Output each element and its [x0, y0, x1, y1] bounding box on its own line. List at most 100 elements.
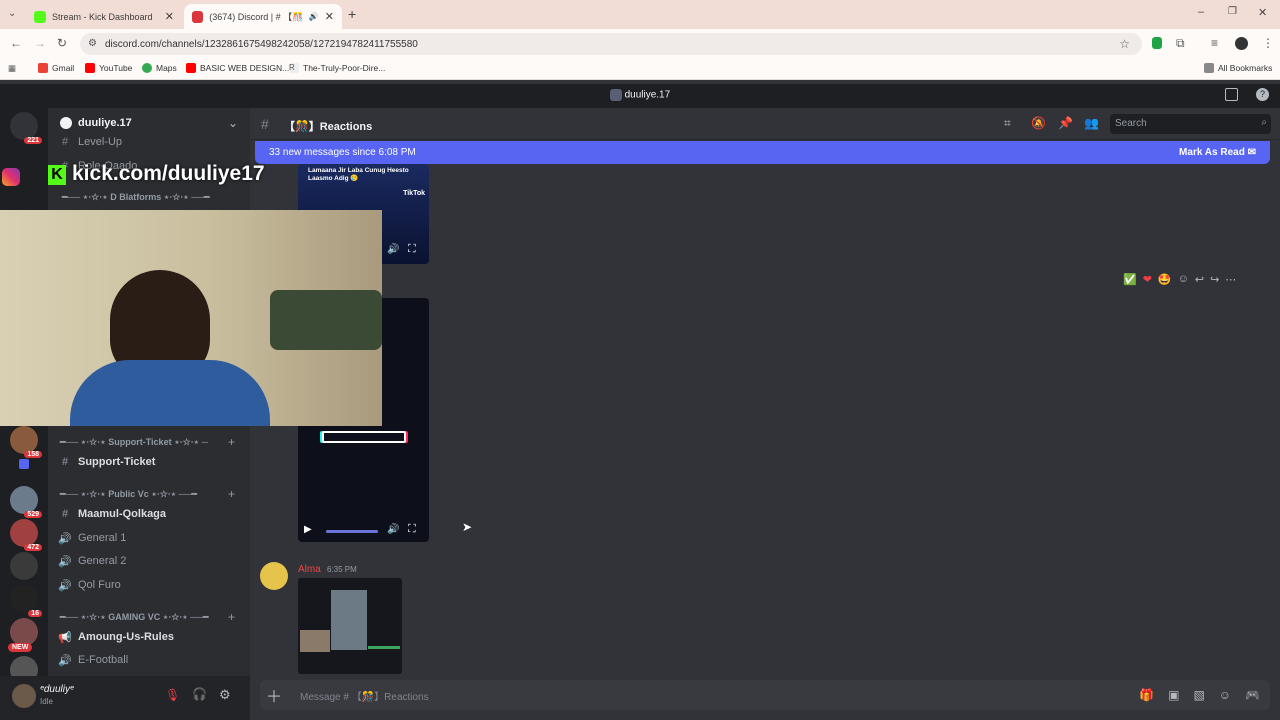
- server-icon[interactable]: 16: [10, 585, 42, 617]
- channel-maamul-qolkaga[interactable]: # Maamul-Qolkaga: [58, 504, 166, 524]
- avatar[interactable]: [12, 684, 36, 708]
- add-channel-icon[interactable]: +: [228, 610, 235, 624]
- back-icon[interactable]: ←: [10, 36, 22, 50]
- inbox-icon[interactable]: [1225, 88, 1238, 101]
- close-window-icon[interactable]: ✕: [1258, 6, 1267, 19]
- chevron-down-icon[interactable]: ⌄: [228, 116, 238, 130]
- extensions-icon[interactable]: ⧉: [1176, 36, 1185, 51]
- apps-icon[interactable]: 🎮: [1245, 688, 1260, 702]
- bookmark-maps[interactable]: Maps: [142, 63, 177, 73]
- forward-icon[interactable]: ↪: [1210, 273, 1219, 289]
- video-progress-bar[interactable]: [326, 530, 378, 533]
- speaker-icon[interactable]: 🔊: [309, 12, 319, 21]
- add-channel-icon[interactable]: +: [228, 487, 235, 501]
- add-reaction-icon[interactable]: ☺: [1178, 273, 1189, 289]
- add-channel-icon[interactable]: +: [228, 435, 235, 449]
- bookmark-basic-web-design[interactable]: BASIC WEB DESIGN...: [186, 63, 289, 73]
- message-composer[interactable]: ＋ Message # 【🎊】Reactions 🎁 ▣ ▧ ☺ 🎮: [260, 680, 1270, 710]
- discord-title-bar: duuliye.17 ?: [0, 84, 1280, 108]
- site-info-icon[interactable]: ⚙: [88, 38, 97, 49]
- channel-amoung-us-rules[interactable]: 📢 Amoung-Us-Rules: [58, 627, 174, 647]
- folder-icon: [1204, 63, 1214, 73]
- url-input[interactable]: ⚙ discord.com/channels/12328616754982420…: [80, 33, 1142, 55]
- channel-label: Maamul-Qolkaga: [78, 508, 167, 520]
- server-icon[interactable]: 529: [10, 486, 42, 518]
- check-reaction-icon[interactable]: ✅: [1123, 273, 1137, 289]
- heart-reaction-icon[interactable]: ❤: [1143, 273, 1152, 289]
- notification-bell-icon[interactable]: 🔕: [1031, 116, 1046, 130]
- speaker-icon: 🔊: [58, 532, 72, 545]
- category-gaming-vc[interactable]: ━── ⋆⋅☆⋅⋆ GAMING VC ⋆⋅☆⋅⋆ ──━: [60, 612, 208, 623]
- more-options-icon[interactable]: ⋯: [1225, 273, 1236, 289]
- tab-kick-dashboard[interactable]: Stream - Kick Dashboard ✕: [26, 4, 182, 29]
- apps-grid-icon[interactable]: ▦: [8, 63, 16, 74]
- bookmark-label: YouTube: [99, 63, 133, 73]
- settings-gear-icon[interactable]: ⚙: [219, 687, 231, 703]
- extension-shield-icon[interactable]: [1152, 37, 1162, 49]
- bookmark-youtube[interactable]: YouTube: [85, 63, 132, 73]
- reload-icon[interactable]: ↻: [57, 36, 67, 50]
- close-tab-icon[interactable]: ✕: [325, 10, 334, 23]
- bookmark-truly-poor[interactable]: R The-Truly-Poor-Dire...: [289, 63, 385, 73]
- restore-icon[interactable]: ❐: [1228, 6, 1237, 17]
- username[interactable]: ᵉduuliyᵉ: [40, 684, 74, 695]
- headphones-icon[interactable]: 🎧: [192, 687, 207, 701]
- emoji-icon[interactable]: ☺: [1219, 688, 1231, 702]
- folder-icon[interactable]: [19, 459, 29, 469]
- sticker-icon[interactable]: ▧: [1193, 688, 1204, 702]
- server-icon[interactable]: 158: [10, 426, 42, 458]
- help-icon[interactable]: ?: [1256, 88, 1269, 101]
- mute-microphone-icon[interactable]: 🎙: [165, 688, 180, 702]
- channel-level-up[interactable]: # Level-Up: [58, 132, 122, 152]
- add-attachment-icon[interactable]: ＋: [266, 683, 282, 707]
- bookmark-label: Maps: [156, 63, 177, 73]
- hash-icon: #: [61, 508, 69, 520]
- tab-search-icon[interactable]: ⌄: [8, 8, 16, 19]
- search-input[interactable]: Search ⌕: [1110, 114, 1271, 134]
- voice-channel-qol-furo[interactable]: 🔊 Qol Furo: [58, 575, 121, 595]
- server-icon[interactable]: [10, 618, 38, 646]
- pin-icon[interactable]: 📌: [1058, 116, 1073, 130]
- volume-icon[interactable]: 🔊: [387, 244, 399, 255]
- new-tab-button[interactable]: +: [348, 6, 356, 22]
- threads-icon[interactable]: ⌗: [1004, 116, 1011, 131]
- voice-channel-general-2[interactable]: 🔊 General 2: [58, 551, 126, 571]
- message-author[interactable]: Alma: [298, 564, 321, 575]
- reply-icon[interactable]: ↩: [1195, 273, 1204, 289]
- bookmark-gmail[interactable]: Gmail: [38, 63, 74, 73]
- gift-icon[interactable]: 🎁: [1139, 688, 1154, 702]
- voice-channel-general-1[interactable]: 🔊 General 1: [58, 528, 126, 548]
- bookmark-star-icon[interactable]: ☆: [1119, 37, 1130, 51]
- close-tab-icon[interactable]: ✕: [165, 10, 174, 23]
- server-icon[interactable]: 472: [10, 519, 42, 551]
- video-caption: Lamaana Jir Laba Cunug Heesto Laasmo Adi…: [308, 167, 409, 182]
- media-control-icon[interactable]: ≡: [1211, 36, 1218, 50]
- category-public-vc[interactable]: ━── ⋆⋅☆⋅⋆ Public Vc ⋆⋅☆⋅⋆ ──━: [60, 489, 197, 500]
- forward-icon[interactable]: →: [34, 36, 46, 50]
- fullscreen-icon[interactable]: ⛶: [408, 523, 416, 536]
- server-icon[interactable]: [10, 552, 38, 580]
- fullscreen-icon[interactable]: ⛶: [408, 243, 416, 256]
- gif-icon[interactable]: ▣: [1168, 688, 1179, 702]
- direct-messages-icon[interactable]: 221: [10, 112, 42, 144]
- member-list-icon[interactable]: 👥: [1084, 116, 1099, 130]
- category-platforms[interactable]: ━── ⋆⋅☆⋅⋆ D Blatforms ⋆⋅☆⋅⋆ ──━: [62, 192, 209, 203]
- image-attachment[interactable]: [298, 578, 402, 674]
- play-icon[interactable]: ▶: [304, 524, 312, 535]
- message-timestamp: 6:35 PM: [327, 565, 357, 574]
- minimize-icon[interactable]: –: [1198, 6, 1204, 18]
- category-support-ticket[interactable]: ━── ⋆⋅☆⋅⋆ Support-Ticket ⋆⋅☆⋅⋆ ─: [60, 437, 208, 448]
- channel-support-ticket[interactable]: # Support-Ticket: [58, 452, 155, 472]
- star-eyes-reaction-icon[interactable]: 🤩: [1158, 273, 1172, 289]
- avatar[interactable]: [260, 562, 288, 590]
- volume-icon[interactable]: 🔊: [387, 524, 399, 535]
- unread-badge: 529: [24, 511, 42, 518]
- voice-channel-e-football[interactable]: 🔊 E-Football: [58, 650, 128, 670]
- server-name[interactable]: duuliye.17: [78, 117, 132, 129]
- menu-kebab-icon[interactable]: ⋮: [1262, 36, 1274, 50]
- tab-discord[interactable]: (3674) Discord | # 【🎊】Re 🔊 ✕: [184, 4, 342, 29]
- mark-as-read-button[interactable]: Mark As Read ✉: [1179, 147, 1256, 158]
- new-messages-bar[interactable]: 33 new messages since 6:08 PM Mark As Re…: [255, 141, 1270, 164]
- all-bookmarks[interactable]: All Bookmarks: [1204, 63, 1272, 73]
- profile-avatar[interactable]: [1235, 37, 1248, 50]
